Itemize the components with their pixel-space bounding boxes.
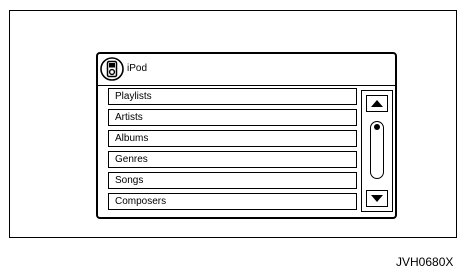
menu-item-composers[interactable]: Composers	[108, 193, 357, 210]
scroll-thumb[interactable]	[374, 124, 380, 130]
ipod-icon	[100, 57, 124, 81]
triangle-down-icon	[371, 195, 383, 202]
figure-code: JVH0680X	[396, 255, 454, 269]
scroll-down-button[interactable]	[366, 190, 388, 207]
triangle-up-icon	[371, 100, 383, 107]
screen-title: iPod	[127, 63, 148, 74]
menu-list: Playlists Artists Albums Genres Songs Co…	[108, 88, 357, 210]
screen-header: iPod	[98, 54, 395, 87]
menu-item-songs[interactable]: Songs	[108, 172, 357, 189]
scroll-up-button[interactable]	[366, 95, 388, 112]
menu-item-playlists[interactable]: Playlists	[108, 88, 357, 105]
scrollbar	[361, 90, 393, 212]
menu-item-genres[interactable]: Genres	[108, 151, 357, 168]
ipod-menu-screen: iPod Playlists Artists Albums Genres Son…	[96, 52, 397, 219]
menu-item-albums[interactable]: Albums	[108, 130, 357, 147]
header-divider	[98, 85, 395, 86]
scroll-track[interactable]	[370, 121, 384, 179]
menu-item-artists[interactable]: Artists	[108, 109, 357, 126]
